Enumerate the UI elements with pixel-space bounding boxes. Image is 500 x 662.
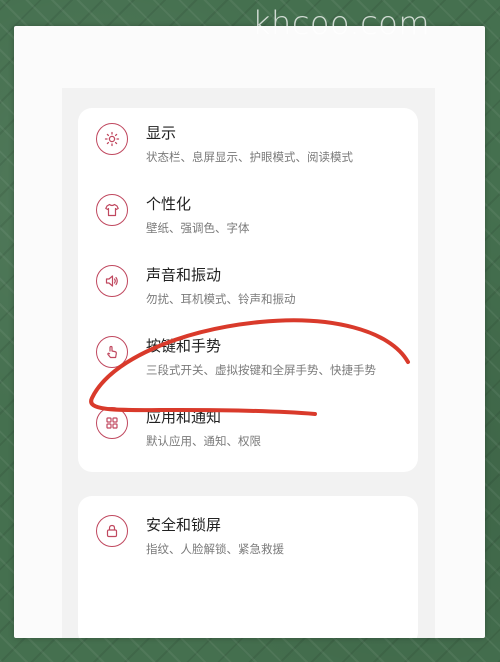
apps-grid-icon <box>96 407 128 439</box>
lock-icon <box>96 515 128 547</box>
settings-item-title: 安全和锁屏 <box>146 516 222 534</box>
settings-item-title: 个性化 <box>146 195 192 213</box>
gesture-icon <box>96 336 128 368</box>
settings-item-title: 显示 <box>146 124 177 142</box>
settings-item-subtitle: 勿扰、耳机模式、铃声和振动 <box>146 292 296 306</box>
settings-group-2: 安全和锁屏 指纹、人脸解锁、紧急救援 <box>78 496 418 638</box>
settings-item-subtitle: 壁纸、强调色、字体 <box>146 221 250 235</box>
settings-item-buttons-gestures[interactable]: 按键和手势 三段式开关、虚拟按键和全屏手势、快捷手势 <box>78 321 418 391</box>
settings-item-security-lock[interactable]: 安全和锁屏 指纹、人脸解锁、紧急救援 <box>78 500 418 570</box>
brightness-icon <box>96 123 128 155</box>
settings-item-subtitle: 默认应用、通知、权限 <box>146 434 261 448</box>
settings-group-1: 显示 状态栏、息屏显示、护眼模式、阅读模式 个性化 壁纸、强调色、字体 声音和振… <box>78 108 418 472</box>
watermark-text: khcoo.com <box>252 4 431 42</box>
settings-item-personalization[interactable]: 个性化 壁纸、强调色、字体 <box>78 179 418 249</box>
settings-item-title: 应用和通知 <box>146 408 222 426</box>
settings-item-title: 声音和振动 <box>146 266 222 284</box>
settings-item-title: 按键和手势 <box>146 337 222 355</box>
settings-item-sound[interactable]: 声音和振动 勿扰、耳机模式、铃声和振动 <box>78 250 418 320</box>
settings-item-display[interactable]: 显示 状态栏、息屏显示、护眼模式、阅读模式 <box>78 108 418 178</box>
settings-item-subtitle: 指纹、人脸解锁、紧急救援 <box>146 542 284 556</box>
settings-item-subtitle: 三段式开关、虚拟按键和全屏手势、快捷手势 <box>146 363 376 377</box>
settings-item-subtitle: 状态栏、息屏显示、护眼模式、阅读模式 <box>146 150 353 164</box>
settings-item-apps-notifications[interactable]: 应用和通知 默认应用、通知、权限 <box>78 392 418 462</box>
settings-screen: 显示 状态栏、息屏显示、护眼模式、阅读模式 个性化 壁纸、强调色、字体 声音和振… <box>62 88 435 638</box>
speaker-icon <box>96 265 128 297</box>
tshirt-icon <box>96 194 128 226</box>
printed-screenshot: 显示 状态栏、息屏显示、护眼模式、阅读模式 个性化 壁纸、强调色、字体 声音和振… <box>14 26 485 638</box>
